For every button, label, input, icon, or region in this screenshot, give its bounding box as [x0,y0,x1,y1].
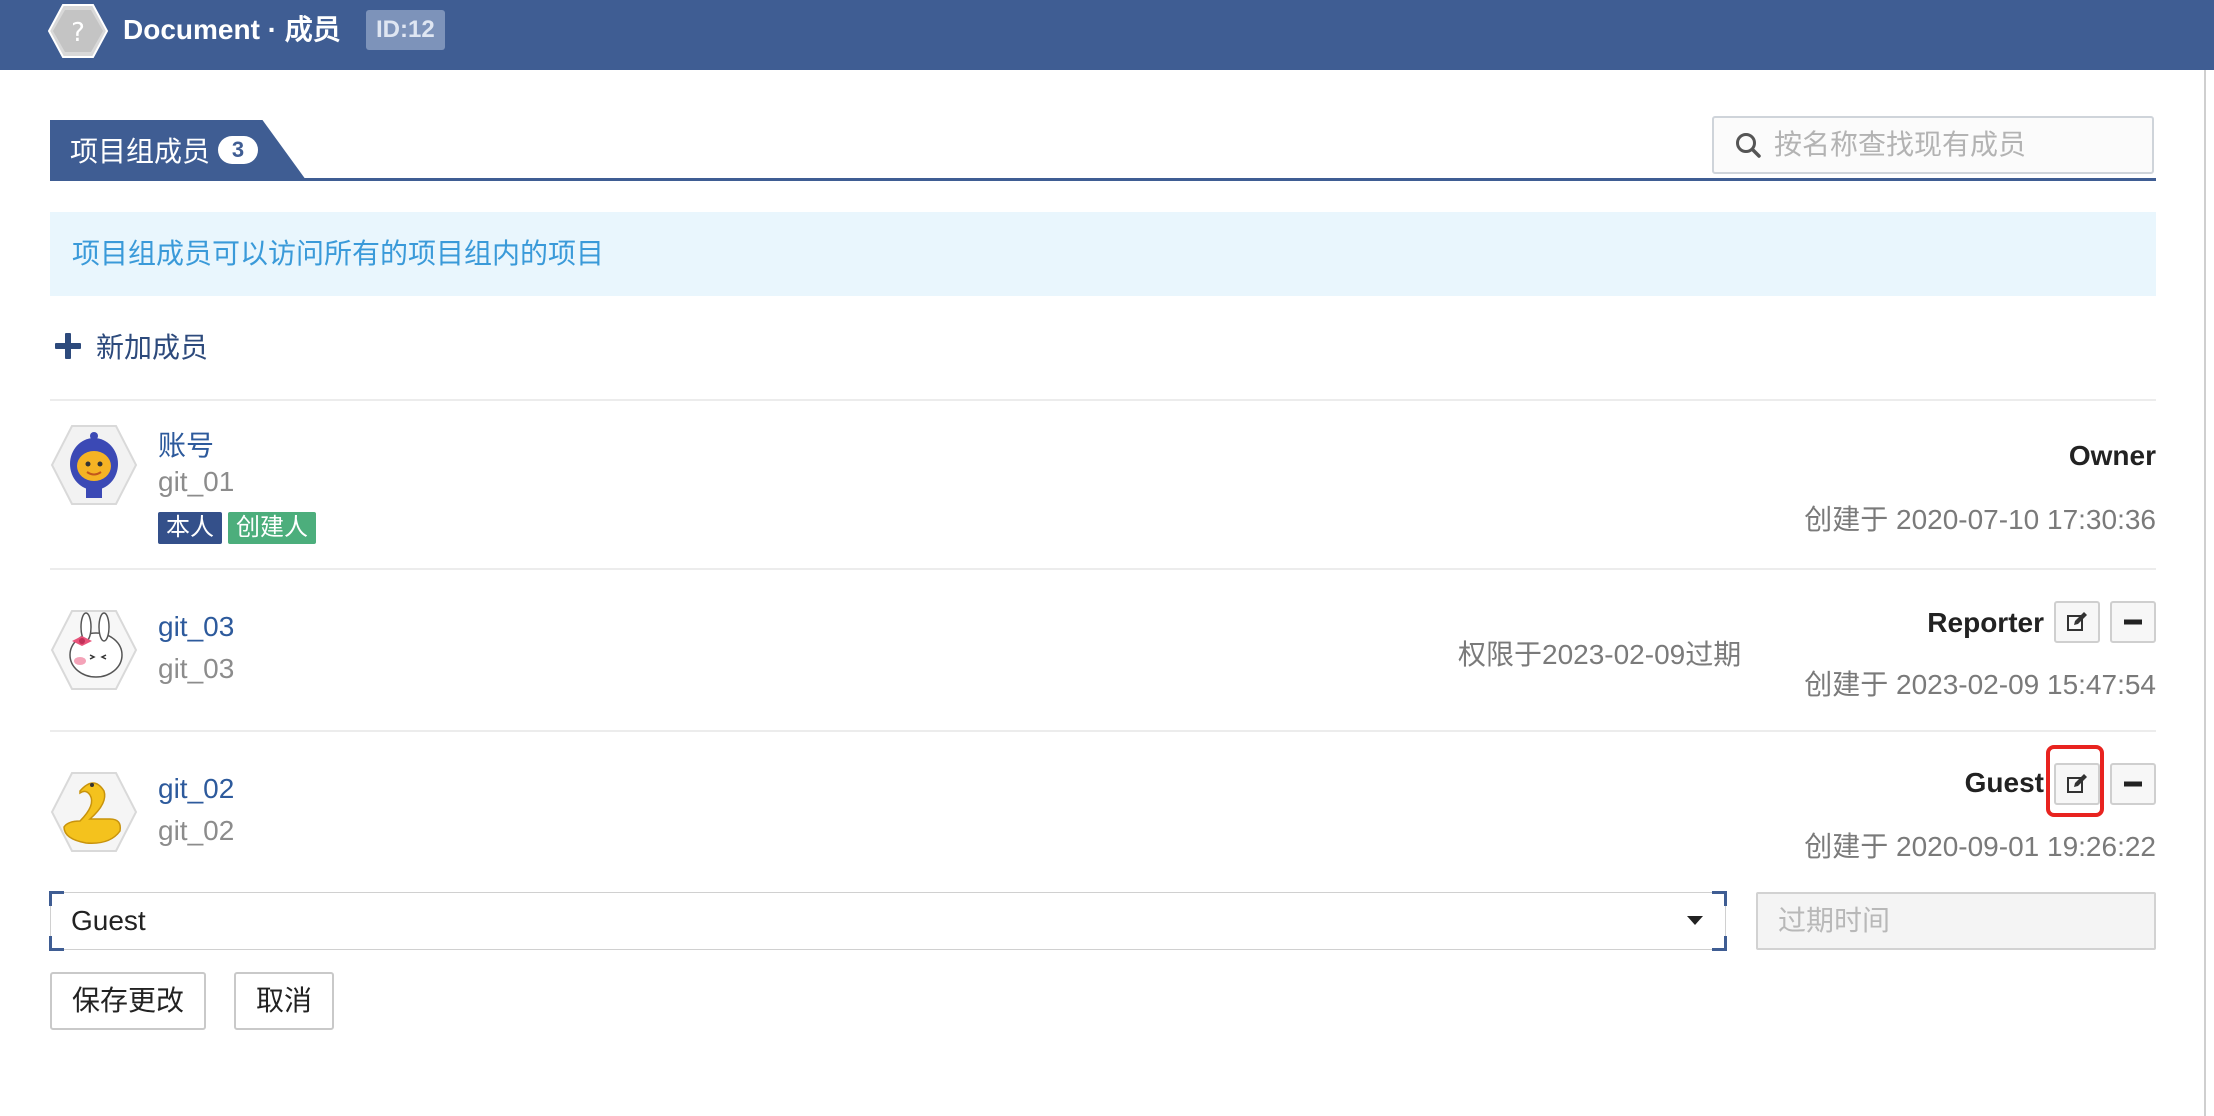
blue-hooded-mascot-avatar[interactable] [50,424,138,506]
focus-corner [1712,891,1727,906]
expire-date-input[interactable] [1756,892,2156,950]
caret-down-icon [1687,916,1703,925]
remove-member-button[interactable] [2110,601,2156,643]
focus-corner [1712,936,1727,951]
focus-corner [49,891,64,906]
cancel-button[interactable]: 取消 [234,972,335,1030]
member-search[interactable] [1712,116,2154,174]
save-button[interactable]: 保存更改 [50,972,207,1030]
page-title: Document · 成员 [123,14,341,45]
creator-tag: 创建人 [228,512,316,544]
svg-text:?: ? [71,18,85,48]
member-display-name[interactable]: git_02 [158,773,234,805]
member-role: Owner [2068,440,2156,471]
minus-icon [2124,619,2142,625]
edit-role-button[interactable] [2054,601,2100,643]
member-row: git_02 git_02 Guest 创建于 2020-09-01 19:26… [50,731,2156,891]
bunny-with-bow-avatar[interactable] [50,609,138,691]
highlight-box [2046,745,2104,817]
tab-underline [50,178,2156,181]
member-role: Reporter [1927,607,2044,638]
search-input[interactable] [1772,128,2146,162]
tab-label: 项目组成员 [70,136,211,167]
remove-member-button[interactable] [2110,763,2156,805]
member-expire-note: 权限于2023-02-09过期 [1458,639,1742,670]
role-select-value: Guest [71,905,146,936]
member-row: git_03 git_03 权限于2023-02-09过期 Reporter 创… [50,569,2156,731]
edit-icon [2067,612,2087,631]
member-created-at: 创建于 2020-07-10 17:30:36 [1804,504,2156,535]
member-row: 账号 git_01 本人 创建人 Owner 创建于 2020-07-10 17… [50,400,2156,568]
member-username: git_03 [158,653,235,684]
member-created-at: 创建于 2020-09-01 19:26:22 [1804,831,2156,862]
scroll-edge [2204,70,2206,1116]
focus-corner [49,936,64,951]
member-created-at: 创建于 2023-02-09 15:47:54 [1804,669,2156,700]
project-id-badge: ID:12 [366,10,445,50]
member-role: Guest [1964,767,2044,798]
member-username: git_02 [158,815,235,846]
project-logo-icon[interactable]: ? [48,3,108,59]
members-tab[interactable]: 项目组成员 3 [50,120,306,180]
self-tag: 本人 [158,512,222,544]
member-count-badge: 3 [218,136,259,164]
info-banner: 项目组成员可以访问所有的项目组内的项目 [50,212,2156,296]
member-display-name[interactable]: git_03 [158,611,234,643]
add-member-label: 新加成员 [96,332,209,363]
member-username: git_01 [158,466,235,497]
member-tags: 本人 创建人 [158,512,316,544]
add-member-button[interactable]: 新加成员 [54,326,208,366]
top-bar: ? Document · 成员 ID:12 [0,0,2214,70]
member-display-name[interactable]: 账号 [158,424,214,464]
search-icon [1736,133,1761,158]
role-select[interactable]: Guest [49,891,1727,951]
yellow-swan-avatar[interactable] [50,771,138,853]
minus-icon [2124,781,2142,787]
plus-icon [55,333,81,359]
